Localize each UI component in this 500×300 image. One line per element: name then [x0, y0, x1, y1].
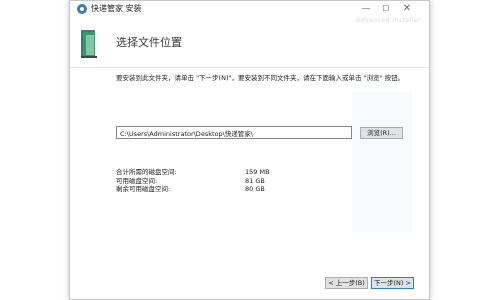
disk-space-label: 可用磁盘空间: [116, 176, 158, 185]
browse-button[interactable]: 浏览(R)... [360, 127, 403, 139]
installer-dialog: 快递管家 安装 — ☐ ✕ Advanced Installer 选择文件位置 … [69, 0, 430, 300]
close-icon[interactable]: ✕ [397, 1, 417, 17]
brand-watermark: Advanced Installer [356, 17, 421, 24]
instruction-text: 要安装到此文件夹，请单击 "下一步(N)"，要安装到不同文件夹，请在下面输入或单… [116, 74, 405, 82]
maximize-icon[interactable]: ☐ [376, 1, 396, 17]
disk-space-row: 剩余可用磁盘空间: 80 GB [116, 185, 276, 194]
disk-space-value: 159 MB [245, 168, 270, 176]
disk-space-label: 剩余可用磁盘空间: [116, 185, 171, 193]
disk-space-value: 80 GB [245, 185, 265, 193]
next-button[interactable]: 下一步(N) > [371, 277, 414, 289]
title-bar[interactable]: 快递管家 安装 — ☐ ✕ [70, 1, 429, 17]
install-path-input[interactable] [116, 126, 352, 139]
app-logo-icon [77, 4, 87, 14]
disk-space-label: 合计所需的磁盘空间: [116, 168, 177, 176]
disk-space-row: 可用磁盘空间: 81 GB [116, 177, 276, 186]
disk-space-row: 合计所需的磁盘空间: 159 MB [116, 168, 276, 177]
window-title: 快递管家 安装 [91, 4, 142, 13]
page-title: 选择文件位置 [116, 36, 182, 49]
background-watermark [352, 92, 412, 232]
wizard-header: Advanced Installer 选择文件位置 [70, 17, 429, 68]
install-box-icon [81, 30, 97, 58]
wizard-content: 要安装到此文件夹，请单击 "下一步(N)"，要安装到不同文件夹，请在下面输入或单… [70, 68, 429, 289]
disk-space-value: 81 GB [245, 176, 265, 185]
back-button[interactable]: < 上一步(B) [325, 277, 368, 289]
disk-space-info: 合计所需的磁盘空间: 159 MB 可用磁盘空间: 81 GB 剩余可用磁盘空间… [116, 168, 276, 194]
minimize-icon[interactable]: — [356, 1, 376, 17]
